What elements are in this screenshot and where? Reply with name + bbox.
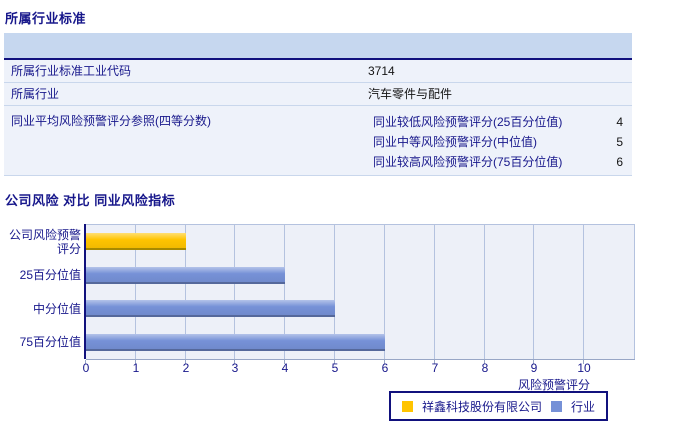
risk-report-page: { "section1": { "title": "所属行业标准", "tabl… [0, 0, 684, 431]
x-tick-label: 2 [182, 361, 190, 375]
grid-line [533, 225, 534, 359]
row-label: 所属行业 [11, 87, 60, 101]
row-label: 同业平均风险预警评分参照(四等分数) [11, 114, 211, 128]
table-row: 所属行业 汽车零件与配件 [4, 83, 632, 106]
bar-祥鑫科技股份有限公司 [86, 233, 186, 250]
x-tick-label: 6 [381, 361, 389, 375]
chart-category-label: 75百分位值 [19, 335, 81, 350]
row-label: 所属行业标准工业代码 [11, 64, 132, 78]
legend-item: 祥鑫科技股份有限公司 [402, 398, 542, 415]
sub-row-label: 同业中等风险预警评分(中位值) [373, 135, 537, 149]
legend-label: 行业 [571, 399, 596, 414]
legend-swatch [402, 400, 413, 412]
row-value: 汽车零件与配件 [368, 87, 453, 101]
x-tick-label: 5 [331, 361, 339, 375]
sub-row-value: 5 [616, 135, 623, 149]
x-tick-label: 4 [281, 361, 289, 375]
table-header-bar [4, 33, 632, 60]
x-tick-label: 10 [577, 361, 591, 375]
legend-label: 祥鑫科技股份有限公司 [422, 399, 543, 414]
grid-line [583, 225, 584, 359]
chart-category-label: 公司风险预警评分 [8, 227, 81, 256]
x-tick-label: 9 [530, 361, 538, 375]
bar-行业 [86, 300, 335, 317]
section-title-industry-standard: 所属行业标准 [5, 11, 87, 26]
x-tick-label: 3 [231, 361, 239, 375]
industry-standard-table: 所属行业标准工业代码 3714 所属行业 汽车零件与配件 同业平均风险预警评分参… [4, 33, 632, 176]
sub-row-value: 4 [616, 115, 623, 129]
chart-category-label: 中分位值 [32, 301, 81, 316]
bar-行业 [86, 267, 285, 284]
section-title-risk-comparison: 公司风险 对比 同业风险指标 [5, 193, 176, 208]
sub-row: 同业较低风险预警评分(25百分位值) 4 [368, 112, 632, 132]
table-row: 所属行业标准工业代码 3714 [4, 60, 632, 83]
sub-row-value: 6 [616, 155, 623, 169]
sub-row: 同业较高风险预警评分(75百分位值) 6 [368, 152, 632, 172]
x-tick-label: 1 [132, 361, 140, 375]
sub-row-label: 同业较低风险预警评分(25百分位值) [373, 115, 563, 129]
row-value: 3714 [368, 64, 395, 78]
x-tick-label: 8 [481, 361, 489, 375]
legend-item: 行业 [551, 398, 595, 415]
legend-swatch [551, 400, 563, 412]
bar-行业 [86, 334, 385, 351]
chart-category-label: 25百分位值 [19, 268, 81, 283]
chart-category-labels: 公司风险预警评分 25百分位值中分位值 75百分位值 [0, 225, 81, 359]
x-tick-label: 0 [82, 361, 90, 375]
sub-row-label: 同业较高风险预警评分(75百分位值) [373, 155, 563, 169]
table-row: 同业平均风险预警评分参照(四等分数) 同业较低风险预警评分(25百分位值) 4 … [4, 106, 632, 176]
chart-legend: 祥鑫科技股份有限公司 行业 [389, 391, 609, 421]
quartile-sub-rows: 同业较低风险预警评分(25百分位值) 4 同业中等风险预警评分(中位值) 5 同… [368, 106, 632, 175]
sub-row: 同业中等风险预警评分(中位值) 5 [368, 132, 632, 152]
y-axis-line [84, 224, 86, 359]
grid-line [484, 225, 485, 359]
x-axis-line [86, 359, 635, 360]
grid-line [434, 225, 435, 359]
chart-plot-area [86, 224, 635, 359]
x-tick-label: 7 [431, 361, 439, 375]
